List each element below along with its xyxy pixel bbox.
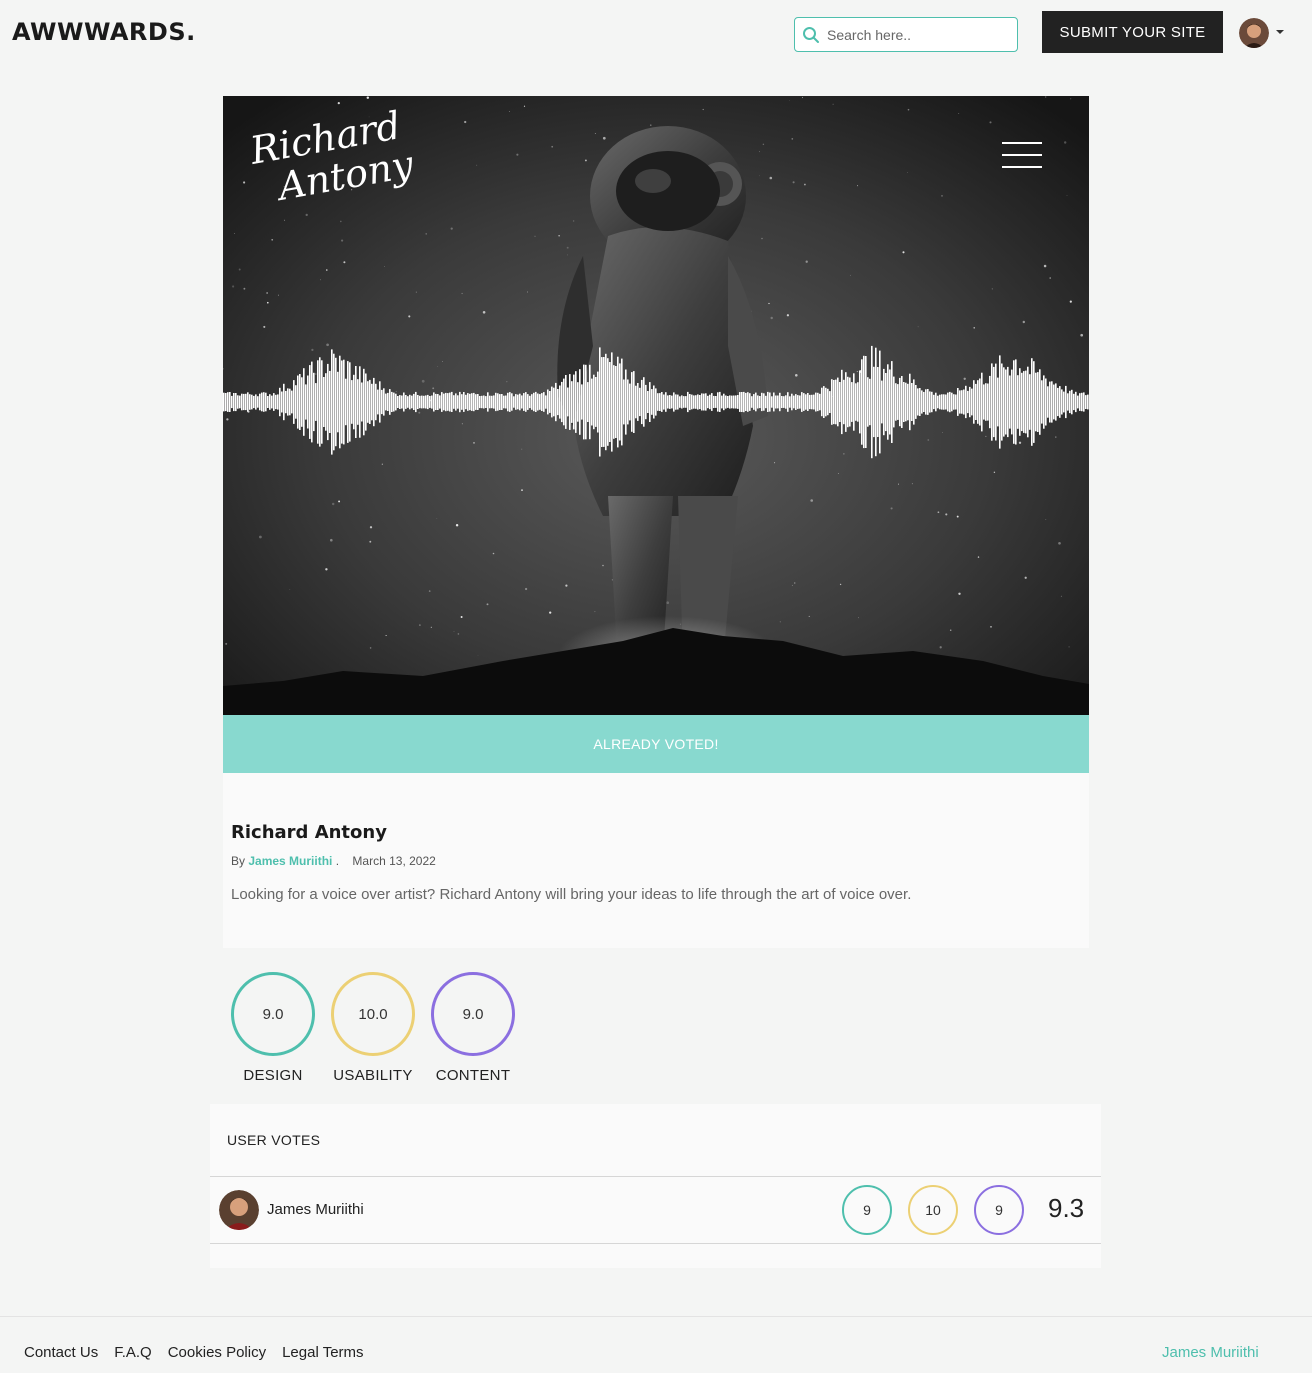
- site-screenshot: Richard Antony: [223, 96, 1089, 715]
- search-input[interactable]: [827, 26, 1007, 43]
- search-box[interactable]: [794, 17, 1018, 52]
- footer-credit[interactable]: James Muriithi: [1162, 1344, 1259, 1361]
- score-usability-value: 10.0: [331, 972, 415, 1056]
- footer-link-cookies[interactable]: Cookies Policy: [168, 1344, 266, 1361]
- brand-logo[interactable]: AWWWARDS.: [12, 18, 196, 46]
- footer-divider: [0, 1316, 1312, 1317]
- footer-link-contact[interactable]: Contact Us: [24, 1344, 98, 1361]
- voter-avatar: [219, 1190, 259, 1230]
- user-avatar[interactable]: [1239, 18, 1269, 48]
- post-date: March 13, 2022: [352, 854, 436, 868]
- user-votes-panel: USER VOTES James Muriithi 9 10 9 9.3: [210, 1104, 1101, 1268]
- chevron-down-icon[interactable]: [1276, 30, 1284, 34]
- divider: [210, 1243, 1101, 1244]
- score-design: 9.0 DESIGN: [231, 972, 315, 1084]
- site-info-card: Richard Antony By James Muriithi . March…: [223, 773, 1089, 948]
- author-suffix: .: [335, 854, 340, 868]
- score-content-label: CONTENT: [435, 1067, 511, 1084]
- voter-average: 9.3: [1048, 1193, 1085, 1223]
- site-description: Looking for a voice over artist? Richard…: [231, 886, 912, 903]
- search-icon: [795, 18, 827, 51]
- score-usability: 10.0 USABILITY: [331, 972, 415, 1084]
- site-title: Richard Antony: [231, 822, 387, 843]
- footer-link-legal[interactable]: Legal Terms: [282, 1344, 363, 1361]
- submit-site-button[interactable]: SUBMIT YOUR SITE: [1042, 11, 1223, 53]
- vote-row: James Muriithi 9 10 9 9.3: [210, 1177, 1101, 1243]
- score-content-value: 9.0: [431, 972, 515, 1056]
- voter-name: James Muriithi: [267, 1201, 364, 1218]
- user-votes-title: USER VOTES: [227, 1132, 321, 1148]
- footer-link-faq[interactable]: F.A.Q: [114, 1344, 152, 1361]
- voter-content-score: 9: [974, 1185, 1024, 1235]
- site-meta: By James Muriithi . March 13, 2022: [231, 854, 436, 868]
- score-usability-label: USABILITY: [333, 1067, 413, 1084]
- voter-usability-score: 10: [908, 1185, 958, 1235]
- by-prefix: By: [231, 854, 246, 868]
- score-design-value: 9.0: [231, 972, 315, 1056]
- score-design-label: DESIGN: [243, 1067, 303, 1084]
- footer-links: Contact Us F.A.Q Cookies Policy Legal Te…: [24, 1344, 364, 1361]
- score-content: 9.0 CONTENT: [431, 972, 515, 1084]
- author-link[interactable]: James Muriithi: [248, 854, 332, 868]
- voter-design-score: 9: [842, 1185, 892, 1235]
- already-voted-bar: ALREADY VOTED!: [223, 715, 1089, 773]
